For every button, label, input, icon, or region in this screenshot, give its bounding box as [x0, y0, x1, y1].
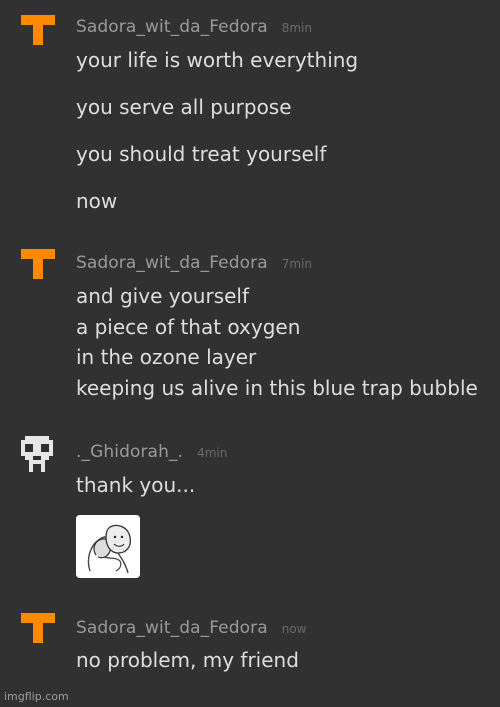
username-link[interactable]: ._Ghidorah_. [76, 442, 183, 462]
message-text: your life is worth everything [76, 48, 359, 72]
message-timestamp: 7min [281, 257, 312, 271]
message-timestamp: 8min [281, 21, 312, 35]
message-text: in the ozone layer [76, 345, 257, 369]
username-link[interactable]: Sadora_wit_da_Fedora [76, 253, 268, 273]
message-text: you serve all purpose [76, 95, 292, 119]
message-header: Sadora_wit_da_Fedora 7min [76, 253, 312, 273]
message-text: thank you... [76, 473, 196, 497]
orange-t-avatar-icon[interactable] [21, 249, 55, 279]
message-header: ._Ghidorah_. 4min [76, 442, 227, 462]
message-header: Sadora_wit_da_Fedora now [76, 618, 306, 638]
imgflip-watermark: imgflip.com [4, 690, 69, 703]
message-text: you should treat yourself [76, 142, 327, 166]
pixel-skull-avatar-icon[interactable] [21, 436, 53, 472]
username-link[interactable]: Sadora_wit_da_Fedora [76, 17, 268, 37]
message-text: keeping us alive in this blue trap bubbl… [76, 376, 478, 400]
meme-image-thumbnail[interactable] [76, 515, 140, 578]
message-header: Sadora_wit_da_Fedora 8min [76, 17, 312, 37]
message-timestamp: now [281, 622, 307, 636]
message-text: no problem, my friend [76, 648, 299, 672]
orange-t-avatar-icon[interactable] [21, 613, 55, 643]
message-text: and give yourself [76, 284, 250, 308]
orange-t-avatar-icon[interactable] [21, 15, 55, 45]
message-text: now [76, 189, 118, 213]
username-link[interactable]: Sadora_wit_da_Fedora [76, 618, 268, 638]
message-text: a piece of that oxygen [76, 315, 301, 339]
message-timestamp: 4min [197, 446, 228, 460]
